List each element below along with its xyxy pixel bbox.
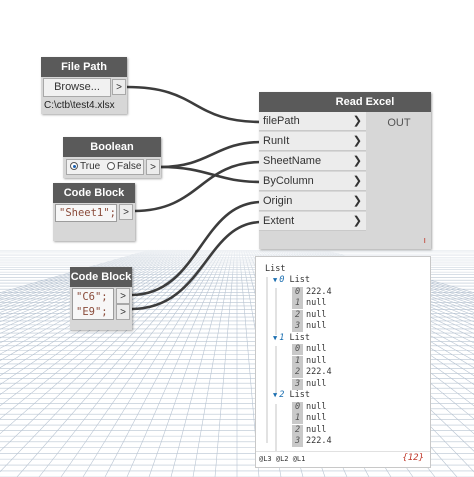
file-path-value: C:\ctb\test4.xlsx xyxy=(44,100,115,111)
input-port-label: Origin xyxy=(263,195,293,207)
output-port-out[interactable]: OUT xyxy=(370,114,428,133)
node-title: Code Block xyxy=(70,267,132,287)
tree-guides xyxy=(266,277,277,451)
input-port-label: filePath xyxy=(263,115,300,127)
file-path-node[interactable]: File Path Browse... > C:\ctb\test4.xlsx xyxy=(41,57,127,114)
input-port[interactable]: ByColumn ❯ xyxy=(259,172,366,191)
input-port[interactable]: Origin ❯ xyxy=(259,192,366,211)
input-port[interactable]: Extent ❯ xyxy=(259,212,366,231)
input-port[interactable]: SheetName ❯ xyxy=(259,152,366,171)
chevron-right-icon: ❯ xyxy=(352,175,362,187)
input-port-label: ByColumn xyxy=(263,175,314,187)
false-label: False xyxy=(116,161,142,172)
code-editor[interactable]: "C6"; "E9"; xyxy=(72,288,114,320)
chevron-right-icon: ❯ xyxy=(352,115,362,127)
node-title: Code Block xyxy=(53,183,135,203)
output-port[interactable]: > xyxy=(116,288,130,304)
node-title: File Path xyxy=(41,57,127,77)
input-port-label: SheetName xyxy=(263,155,322,167)
true-radio[interactable]: True xyxy=(70,161,100,172)
boolean-node[interactable]: Boolean True False > xyxy=(63,137,161,178)
node-status-mark: ı xyxy=(423,235,426,245)
code-line: "E9"; xyxy=(76,306,108,318)
list-levels: @L3 @L2 @L1 xyxy=(259,455,306,463)
code-line: "C6"; xyxy=(76,291,108,303)
code-block-cells[interactable]: Code Block "C6"; "E9"; > > xyxy=(70,267,132,330)
code-block-sheet[interactable]: Code Block "Sheet1"; > xyxy=(53,183,135,241)
code-editor[interactable]: "Sheet1"; xyxy=(55,204,117,222)
node-title: Read Excel xyxy=(259,92,431,112)
input-port[interactable]: RunIt ❯ xyxy=(259,132,366,151)
browse-button[interactable]: Browse... xyxy=(43,78,111,97)
chevron-right-icon: ❯ xyxy=(352,195,362,207)
output-port[interactable]: > xyxy=(146,159,160,175)
output-port[interactable]: > xyxy=(116,304,130,320)
output-port[interactable]: > xyxy=(119,204,133,220)
boolean-options: True False xyxy=(66,159,144,175)
watch-footer: @L3 @L2 @L1 {12} xyxy=(256,451,430,467)
input-port[interactable]: filePath ❯ xyxy=(259,112,366,131)
chevron-right-icon: ❯ xyxy=(352,135,362,147)
radio-selected-icon xyxy=(70,162,78,170)
output-port[interactable]: > xyxy=(112,79,126,95)
true-label: True xyxy=(80,161,101,172)
item-count: {12} xyxy=(402,453,424,463)
input-port-label: Extent xyxy=(263,215,295,227)
read-excel-node[interactable]: Read Excel filePath ❯ RunIt ❯ SheetName ❯ ByCo… xyxy=(259,92,431,249)
watch-preview-panel[interactable]: List ▼ 0 List 0 222.4 1 null 2 null 3 null ▼ 1 List 0… xyxy=(255,256,431,468)
chevron-right-icon: ❯ xyxy=(352,155,362,167)
chevron-right-icon: ❯ xyxy=(352,215,362,227)
false-radio[interactable]: False xyxy=(106,161,142,172)
radio-unselected-icon xyxy=(106,162,115,170)
input-port-label: RunIt xyxy=(263,135,290,147)
node-title: Boolean xyxy=(63,137,161,157)
